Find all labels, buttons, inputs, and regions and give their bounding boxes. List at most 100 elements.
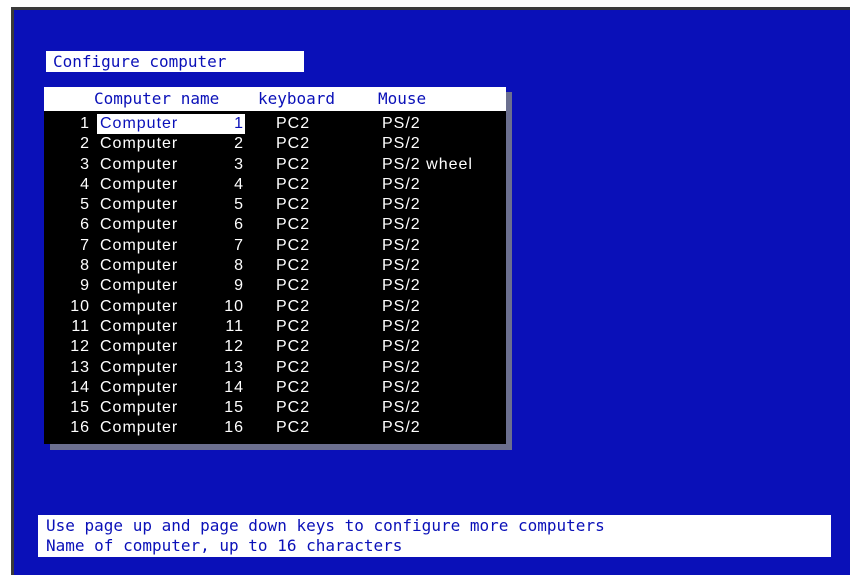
keyboard-value[interactable]: PC2 bbox=[276, 155, 310, 175]
mouse-value[interactable]: PS/2 bbox=[382, 378, 421, 398]
table-rows: 1 Computer 1 PC2 PS/2 2 Computer 2 PC2 PS/2 3 Compu… bbox=[44, 114, 506, 439]
keyboard-value[interactable]: PC2 bbox=[276, 276, 310, 296]
row-number: 13 bbox=[70, 358, 90, 376]
mouse-value[interactable]: PS/2 bbox=[382, 134, 421, 154]
row-number: 14 bbox=[70, 378, 90, 396]
computer-name-text[interactable]: Computer bbox=[100, 418, 178, 438]
mouse-value[interactable]: PS/2 bbox=[382, 114, 421, 134]
row-number: 3 bbox=[80, 155, 90, 173]
computer-name-text[interactable]: Computer bbox=[100, 297, 178, 317]
table-row[interactable]: 3 Computer 3 PC2 PS/2 wheel bbox=[44, 155, 506, 175]
table-row[interactable]: 4 Computer 4 PC2 PS/2 bbox=[44, 175, 506, 195]
row-number: 4 bbox=[80, 175, 90, 193]
computer-name-text[interactable]: Computer bbox=[100, 276, 178, 296]
row-number: 2 bbox=[80, 135, 90, 153]
keyboard-value[interactable]: PC2 bbox=[276, 378, 310, 398]
computer-name-index[interactable]: 6 bbox=[214, 215, 244, 235]
keyboard-value[interactable]: PC2 bbox=[276, 236, 310, 256]
mouse-value[interactable]: PS/2 bbox=[382, 337, 421, 357]
table-row[interactable]: 7 Computer 7 PC2 PS/2 bbox=[44, 236, 506, 256]
row-number: 7 bbox=[80, 236, 90, 254]
table-row[interactable]: 16 Computer 16 PC2 PS/2 bbox=[44, 418, 506, 438]
help-line-2: Name of computer, up to 16 characters bbox=[46, 536, 403, 555]
table-row[interactable]: 5 Computer 5 PC2 PS/2 bbox=[44, 195, 506, 215]
keyboard-value[interactable]: PC2 bbox=[276, 215, 310, 235]
table-row[interactable]: 10 Computer 10 PC2 PS/2 bbox=[44, 297, 506, 317]
mouse-value[interactable]: PS/2 bbox=[382, 297, 421, 317]
row-number: 16 bbox=[70, 419, 90, 437]
mouse-value[interactable]: PS/2 bbox=[382, 256, 421, 276]
mouse-value[interactable]: PS/2 bbox=[382, 398, 421, 418]
row-number: 6 bbox=[80, 216, 90, 234]
keyboard-value[interactable]: PC2 bbox=[276, 418, 310, 438]
computer-name-text[interactable]: Computer bbox=[100, 114, 178, 134]
mouse-value[interactable]: PS/2 bbox=[382, 236, 421, 256]
mouse-value[interactable]: PS/2 bbox=[382, 418, 421, 438]
computer-name-text[interactable]: Computer bbox=[100, 256, 178, 276]
table-row[interactable]: 6 Computer 6 PC2 PS/2 bbox=[44, 215, 506, 235]
table-row[interactable]: 2 Computer 2 PC2 PS/2 bbox=[44, 134, 506, 154]
computer-name-index[interactable]: 1 bbox=[214, 114, 244, 134]
computer-name-text[interactable]: Computer bbox=[100, 337, 178, 357]
computer-name-text[interactable]: Computer bbox=[100, 155, 178, 175]
table-row[interactable]: 8 Computer 8 PC2 PS/2 bbox=[44, 256, 506, 276]
keyboard-value[interactable]: PC2 bbox=[276, 358, 310, 378]
page-title: Configure computer bbox=[46, 51, 304, 72]
computer-name-index[interactable]: 7 bbox=[214, 236, 244, 256]
computer-table: Computer name keyboard Mouse 1 Computer 1 P… bbox=[44, 87, 506, 444]
table-row[interactable]: 1 Computer 1 PC2 PS/2 bbox=[44, 114, 506, 135]
keyboard-value[interactable]: PC2 bbox=[276, 175, 310, 195]
table-row[interactable]: 15 Computer 15 PC2 PS/2 bbox=[44, 398, 506, 418]
keyboard-value[interactable]: PC2 bbox=[276, 317, 310, 337]
row-number: 10 bbox=[70, 297, 90, 315]
computer-name-text[interactable]: Computer bbox=[100, 134, 178, 154]
computer-name-index[interactable]: 11 bbox=[214, 317, 244, 337]
table-row[interactable]: 13 Computer 13 PC2 PS/2 bbox=[44, 358, 506, 378]
row-number: 5 bbox=[80, 196, 90, 214]
mouse-value[interactable]: PS/2 bbox=[382, 215, 421, 235]
row-number: 11 bbox=[71, 317, 90, 335]
mouse-value[interactable]: PS/2 bbox=[382, 276, 421, 296]
keyboard-value[interactable]: PC2 bbox=[276, 195, 310, 215]
mouse-value[interactable]: PS/2 bbox=[382, 175, 421, 195]
computer-name-text[interactable]: Computer bbox=[100, 215, 178, 235]
row-number: 15 bbox=[70, 399, 90, 417]
computer-name-index[interactable]: 14 bbox=[214, 378, 244, 398]
keyboard-value[interactable]: PC2 bbox=[276, 337, 310, 357]
computer-name-text[interactable]: Computer bbox=[100, 398, 178, 418]
help-line-1: Use page up and page down keys to config… bbox=[46, 516, 605, 535]
computer-name-text[interactable]: Computer bbox=[100, 236, 178, 256]
computer-name-index[interactable]: 12 bbox=[214, 337, 244, 357]
computer-name-index[interactable]: 3 bbox=[214, 155, 244, 175]
computer-name-index[interactable]: 15 bbox=[214, 398, 244, 418]
computer-name-text[interactable]: Computer bbox=[100, 195, 178, 215]
column-header-name: Computer name bbox=[94, 89, 220, 108]
mouse-value[interactable]: PS/2 bbox=[382, 195, 421, 215]
mouse-value[interactable]: PS/2 wheel bbox=[382, 155, 473, 175]
computer-name-index[interactable]: 5 bbox=[214, 195, 244, 215]
keyboard-value[interactable]: PC2 bbox=[276, 398, 310, 418]
table-row[interactable]: 12 Computer 12 PC2 PS/2 bbox=[44, 337, 506, 357]
computer-name-index[interactable]: 16 bbox=[214, 418, 244, 438]
row-number: 12 bbox=[70, 338, 90, 356]
computer-name-text[interactable]: Computer bbox=[100, 175, 178, 195]
keyboard-value[interactable]: PC2 bbox=[276, 297, 310, 317]
computer-name-index[interactable]: 13 bbox=[214, 358, 244, 378]
keyboard-value[interactable]: PC2 bbox=[276, 134, 310, 154]
computer-name-index[interactable]: 8 bbox=[214, 256, 244, 276]
table-row[interactable]: 11 Computer 11 PC2 PS/2 bbox=[44, 317, 506, 337]
computer-name-text[interactable]: Computer bbox=[100, 378, 178, 398]
computer-name-text[interactable]: Computer bbox=[100, 317, 178, 337]
computer-name-index[interactable]: 10 bbox=[214, 297, 244, 317]
computer-name-index[interactable]: 9 bbox=[214, 276, 244, 296]
table-row[interactable]: 9 Computer 9 PC2 PS/2 bbox=[44, 276, 506, 296]
computer-name-index[interactable]: 4 bbox=[214, 175, 244, 195]
table-row[interactable]: 14 Computer 14 PC2 PS/2 bbox=[44, 378, 506, 398]
screen: Configure computer Computer name keyboar… bbox=[0, 0, 850, 578]
keyboard-value[interactable]: PC2 bbox=[276, 114, 310, 134]
keyboard-value[interactable]: PC2 bbox=[276, 256, 310, 276]
computer-name-text[interactable]: Computer bbox=[100, 358, 178, 378]
computer-name-index[interactable]: 2 bbox=[214, 134, 244, 154]
mouse-value[interactable]: PS/2 bbox=[382, 317, 421, 337]
mouse-value[interactable]: PS/2 bbox=[382, 358, 421, 378]
